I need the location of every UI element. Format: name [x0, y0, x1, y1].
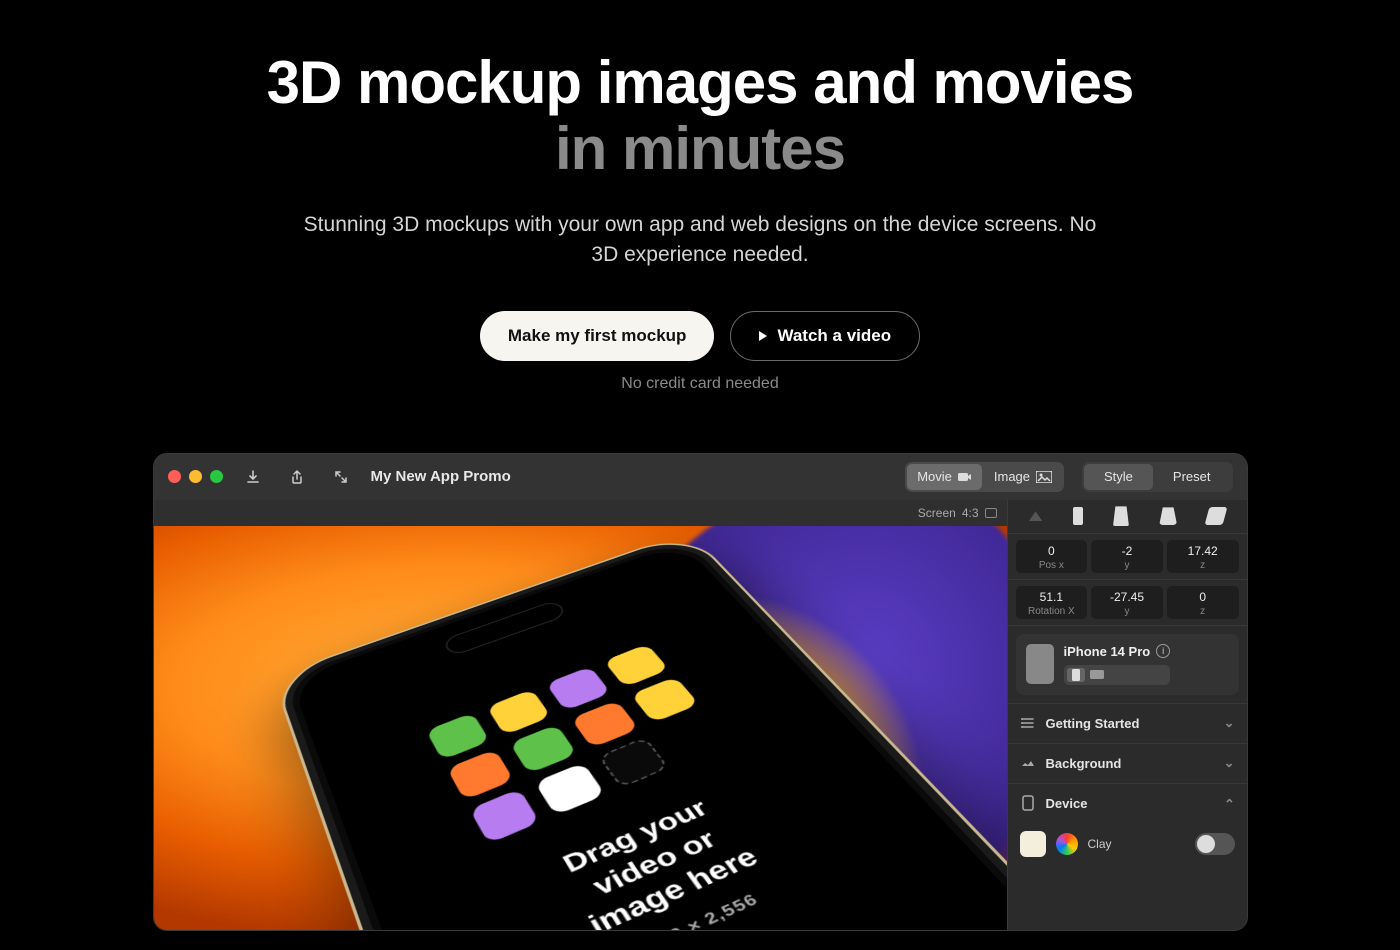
device-card[interactable]: iPhone 14 Pro i — [1016, 634, 1239, 695]
dynamic-island — [441, 599, 567, 656]
orient-tilt-right-button[interactable] — [1159, 507, 1177, 525]
position-row: 0Pos x -2y 17.42z — [1008, 534, 1247, 580]
pos-x-field[interactable]: 0Pos x — [1016, 540, 1088, 573]
zoom-window-button[interactable] — [210, 470, 223, 483]
cta-watch-label: Watch a video — [777, 326, 891, 346]
clay-label: Clay — [1088, 837, 1112, 851]
section-device[interactable]: Device ⌄ — [1008, 783, 1247, 823]
download-icon[interactable] — [239, 465, 267, 489]
image-mode-button[interactable]: Image — [984, 464, 1062, 490]
movie-icon — [958, 471, 972, 483]
device-thumbnail — [1026, 644, 1054, 684]
aspect-ratio: 4:3 — [962, 506, 979, 520]
movie-mode-button[interactable]: Movie — [907, 464, 982, 490]
render-mode-segment: Movie Image — [905, 462, 1064, 492]
sidebar-mode-segment: Style Preset — [1082, 462, 1232, 492]
rot-y-field[interactable]: -27.45y — [1091, 586, 1163, 619]
rotation-row: 51.1Rotation X -27.45y 0z — [1008, 580, 1247, 626]
cta-primary-button[interactable]: Make my first mockup — [480, 311, 715, 361]
image-icon — [1036, 471, 1052, 483]
chevron-down-icon: ⌄ — [1224, 755, 1235, 771]
hero-title: 3D mockup images and movies in minutes — [250, 50, 1150, 182]
orient-angled-button[interactable] — [1205, 507, 1228, 525]
portrait-toggle[interactable] — [1067, 668, 1085, 682]
collapse-icon[interactable] — [1029, 511, 1043, 521]
info-icon[interactable]: i — [1156, 644, 1170, 658]
chevron-down-icon: ⌄ — [1224, 715, 1235, 731]
clay-toggle[interactable] — [1195, 833, 1235, 855]
close-window-button[interactable] — [168, 470, 181, 483]
app-window: My New App Promo Movie Image Style Prese… — [153, 453, 1248, 931]
hero-title-muted: in minutes — [555, 115, 845, 182]
list-icon — [1020, 715, 1036, 731]
landscape-toggle[interactable] — [1088, 668, 1106, 682]
canvas-column: Screen 4:3 — [154, 500, 1007, 930]
cta-watch-video-button[interactable]: Watch a video — [730, 311, 920, 361]
image-label: Image — [994, 469, 1030, 484]
hero-title-main: 3D mockup images and movies — [267, 49, 1134, 116]
rot-x-field[interactable]: 51.1Rotation X — [1016, 586, 1088, 619]
hero-subtitle: Stunning 3D mockups with your own app an… — [290, 210, 1110, 271]
canvas-topbar: Screen 4:3 — [154, 500, 1007, 526]
section-label: Device — [1046, 796, 1088, 811]
device-orientation-toggle — [1064, 665, 1171, 685]
pos-z-field[interactable]: 17.42z — [1167, 540, 1239, 573]
section-getting-started[interactable]: Getting Started ⌄ — [1008, 703, 1247, 743]
style-tab-button[interactable]: Style — [1084, 464, 1153, 490]
chevron-up-icon: ⌄ — [1224, 795, 1235, 811]
section-label: Getting Started — [1046, 716, 1140, 731]
viewport[interactable]: Drag your video or image here 1,179 × 2,… — [154, 526, 1007, 930]
minimize-window-button[interactable] — [189, 470, 202, 483]
color-swatch-cream[interactable] — [1020, 831, 1046, 857]
device-name: iPhone 14 Pro — [1064, 644, 1151, 659]
section-background[interactable]: Background ⌄ — [1008, 743, 1247, 783]
movie-label: Movie — [917, 469, 952, 484]
device-icon — [1020, 795, 1036, 811]
section-label: Background — [1046, 756, 1122, 771]
color-picker-icon[interactable] — [1056, 833, 1078, 855]
rot-z-field[interactable]: 0z — [1167, 586, 1239, 619]
document-title: My New App Promo — [371, 468, 511, 485]
device-section-body: Clay — [1008, 823, 1247, 857]
orientation-presets — [1008, 500, 1247, 534]
preset-tab-button[interactable]: Preset — [1153, 464, 1231, 490]
play-icon — [759, 331, 767, 341]
pos-y-field[interactable]: -2y — [1091, 540, 1163, 573]
orient-portrait-button[interactable] — [1073, 507, 1083, 525]
cta-row: Make my first mockup Watch a video — [480, 311, 920, 361]
credit-card-note: No credit card needed — [621, 375, 778, 393]
background-icon — [1020, 755, 1036, 771]
expand-icon[interactable] — [327, 465, 355, 489]
titlebar: My New App Promo Movie Image Style Prese… — [154, 454, 1247, 500]
inspector-panel: 0Pos x -2y 17.42z 51.1Rotation X -27.45y… — [1007, 500, 1247, 930]
traffic-lights — [168, 470, 223, 483]
screen-label: Screen — [918, 506, 956, 520]
orient-tilt-left-button[interactable] — [1113, 506, 1129, 526]
aspect-icon[interactable] — [985, 508, 997, 518]
share-icon[interactable] — [283, 465, 311, 489]
